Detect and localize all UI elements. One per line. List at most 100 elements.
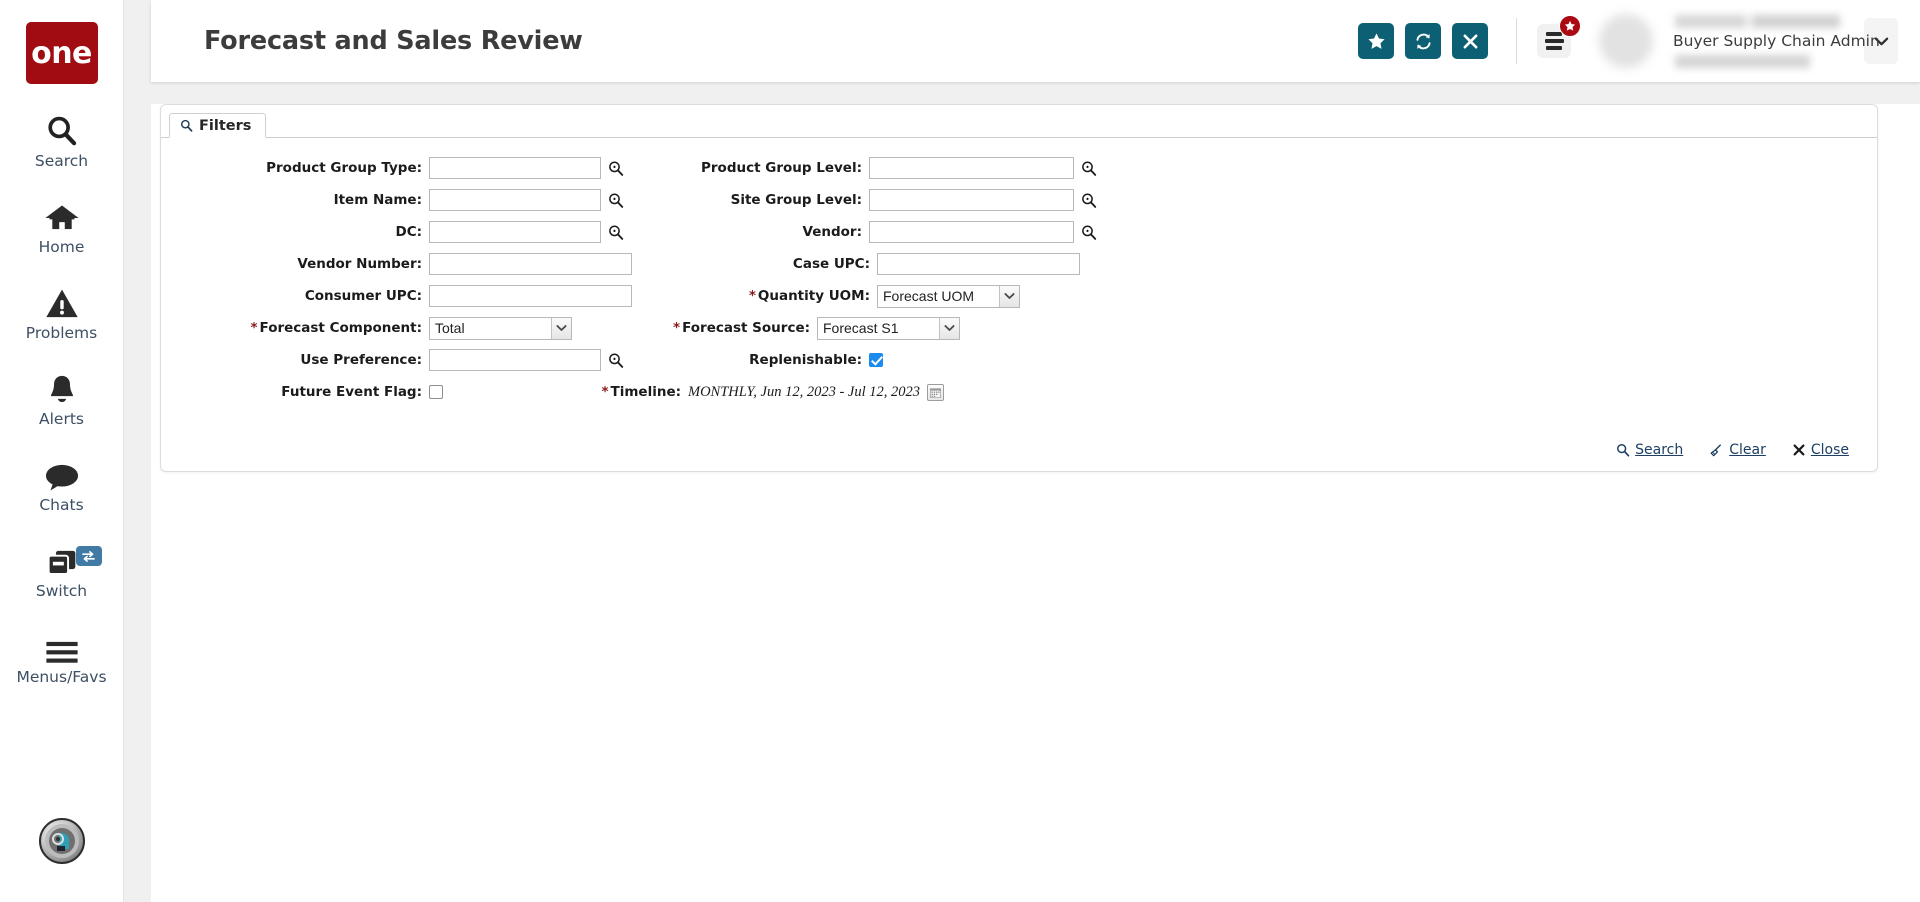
close-button[interactable]	[1452, 23, 1488, 59]
forecast-source-value: Forecast S1	[823, 320, 899, 336]
form-row: Vendor Number: Case UPC:	[161, 248, 1877, 280]
refresh-icon	[1415, 33, 1431, 49]
required-marker: *	[673, 320, 681, 336]
clear-action-link[interactable]: Clear	[1709, 442, 1766, 458]
use-preference-input[interactable]	[429, 349, 601, 371]
app-root: one Search Home Problems Alerts Chats Sw…	[0, 0, 1920, 902]
home-icon	[44, 196, 80, 234]
vendor-number-input[interactable]	[429, 253, 632, 275]
field-future-event-flag: Future Event Flag:	[161, 384, 443, 400]
product-group-level-input[interactable]	[869, 157, 1074, 179]
sidebar-item-alerts[interactable]: Alerts	[0, 368, 124, 428]
field-timeline: * Timeline: MONTHLY, Jun 12, 2023 - Jul 1…	[463, 383, 944, 401]
form-row: * Forecast Component: Total * Forecast Sou…	[161, 312, 1877, 344]
sidebar-item-chats[interactable]: Chats	[0, 454, 124, 514]
field-label: Quantity UOM:	[757, 288, 870, 304]
field-forecast-component: * Forecast Component: Total	[161, 316, 572, 340]
consumer-upc-input[interactable]	[429, 285, 632, 307]
field-label: Site Group Level:	[730, 192, 862, 208]
required-marker: *	[748, 288, 756, 304]
required-marker: *	[250, 320, 258, 336]
field-quantity-uom: * Quantity UOM: Forecast UOM	[652, 284, 1020, 308]
product-group-type-lookup-icon[interactable]	[608, 160, 624, 176]
star-icon	[1367, 32, 1385, 49]
field-item-name: Item Name:	[161, 189, 624, 211]
close-action-link[interactable]: Close	[1792, 442, 1849, 458]
use-preference-lookup-icon[interactable]	[608, 352, 624, 368]
field-vendor: Vendor:	[644, 221, 1097, 243]
form-row: Use Preference: Replenishable:	[161, 344, 1877, 376]
quantity-uom-value: Forecast UOM	[883, 288, 975, 304]
field-label: Vendor Number:	[297, 256, 422, 272]
product-group-level-lookup-icon[interactable]	[1081, 160, 1097, 176]
user-info[interactable]: Buyer Supply Chain Admin	[1643, 9, 1880, 73]
sidebar-item-label: Alerts	[39, 410, 84, 428]
refresh-button[interactable]	[1405, 23, 1441, 59]
forecast-component-select[interactable]: Total	[429, 316, 572, 340]
list-menu-button[interactable]	[1537, 15, 1581, 58]
sidebar-item-label: Switch	[35, 582, 88, 600]
timeline-value[interactable]: MONTHLY, Jun 12, 2023 - Jul 12, 2023	[688, 384, 920, 401]
forecast-source-select[interactable]: Forecast S1	[817, 316, 960, 340]
dc-lookup-icon[interactable]	[608, 224, 624, 240]
site-group-level-lookup-icon[interactable]	[1081, 192, 1097, 208]
search-action-label: Search	[1635, 442, 1684, 458]
sidebar-item-problems[interactable]: Problems	[0, 282, 124, 342]
broom-icon	[1710, 443, 1722, 456]
sidebar-item-search[interactable]: Search	[0, 110, 124, 170]
item-name-input[interactable]	[429, 189, 601, 211]
forecast-component-value: Total	[435, 320, 465, 336]
swap-arrows-icon[interactable]	[75, 546, 102, 566]
menu-line	[1546, 46, 1562, 50]
header-divider	[1516, 18, 1517, 64]
main-area: Forecast and Sales Review Buyer Supply C…	[124, 0, 1920, 902]
star-icon	[1564, 20, 1576, 31]
tab-filters[interactable]: Filters	[169, 113, 267, 138]
close-x-icon	[1463, 34, 1477, 48]
replenishable-checkbox[interactable]	[869, 353, 883, 367]
field-label: DC:	[395, 224, 422, 240]
filters-card: Filters Product Group Type: Product Grou…	[160, 104, 1878, 472]
hamburger-icon	[45, 626, 79, 664]
warning-triangle-icon	[45, 282, 79, 320]
bell-icon	[47, 368, 77, 406]
app-logo[interactable]: one	[25, 22, 98, 84]
search-action-link[interactable]: Search	[1616, 442, 1683, 458]
field-label: Case UPC:	[792, 256, 870, 272]
calendar-icon[interactable]	[927, 383, 944, 401]
page-header: Forecast and Sales Review Buyer Supply C…	[151, 0, 1920, 82]
vendor-lookup-icon[interactable]	[1081, 224, 1097, 240]
case-upc-input[interactable]	[877, 253, 1080, 275]
quantity-uom-select[interactable]: Forecast UOM	[877, 284, 1020, 308]
field-label: Product Group Level:	[701, 160, 862, 176]
field-dc: DC:	[161, 221, 624, 243]
product-group-type-input[interactable]	[429, 157, 601, 179]
ai-assistant-avatar-icon[interactable]	[38, 818, 85, 864]
app-logo-text: one	[31, 35, 92, 71]
search-icon	[181, 119, 193, 132]
tab-filters-label: Filters	[199, 117, 252, 134]
chevron-down-icon	[999, 285, 1019, 307]
field-label: Replenishable:	[749, 352, 862, 368]
user-role-label: Buyer Supply Chain Admin	[1673, 32, 1880, 50]
future-event-flag-checkbox[interactable]	[429, 385, 443, 399]
content-area: Filters Product Group Type: Product Grou…	[151, 104, 1920, 902]
field-product-group-level: Product Group Level:	[644, 157, 1097, 179]
chevron-down-icon	[551, 317, 571, 339]
sidebar-item-menus-favs[interactable]: Menus/Favs	[0, 626, 124, 686]
sidebar-item-switch[interactable]: Switch	[0, 540, 124, 600]
favorite-button[interactable]	[1358, 23, 1394, 59]
field-use-preference: Use Preference:	[161, 349, 624, 371]
clear-action-label: Clear	[1729, 442, 1766, 458]
vendor-input[interactable]	[869, 221, 1074, 243]
sidebar-item-label: Search	[34, 152, 89, 170]
site-group-level-input[interactable]	[869, 189, 1074, 211]
field-replenishable: Replenishable:	[644, 352, 883, 368]
form-actions: Search Clear Close	[161, 428, 1877, 471]
left-sidebar: one Search Home Problems Alerts Chats Sw…	[0, 0, 124, 902]
field-label: Vendor:	[802, 224, 862, 240]
dc-input[interactable]	[429, 221, 601, 243]
item-name-lookup-icon[interactable]	[608, 192, 624, 208]
form-row: Future Event Flag: * Timeline: MONTHLY, J…	[161, 376, 1877, 408]
sidebar-item-home[interactable]: Home	[0, 196, 124, 256]
